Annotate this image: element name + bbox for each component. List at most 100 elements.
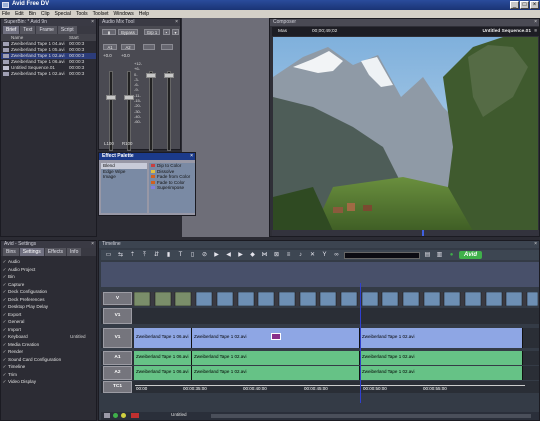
overwrite-icon[interactable]: ⇆ [116, 251, 125, 259]
channel-a1-label[interactable]: A1 [103, 44, 117, 50]
timeline-close-icon[interactable]: × [534, 241, 537, 248]
track-label-a1[interactable]: A1 [103, 351, 132, 365]
track-label-tc1[interactable]: TC1 [103, 381, 132, 393]
effect-mode-icon[interactable]: ⋈ [260, 251, 269, 259]
tab-settings[interactable]: Settings [19, 248, 44, 256]
channel-empty-2[interactable] [161, 44, 173, 50]
settings-row[interactable]: ✓ Deck Configuration [1, 288, 96, 296]
fader-3[interactable] [143, 67, 159, 159]
timeline-clip[interactable]: Zweiberland Tape 1 02.avi [192, 366, 360, 380]
tab-bins[interactable]: Bins [3, 248, 19, 256]
view-icon[interactable]: ▤ [423, 251, 432, 259]
settings-row[interactable]: ✓ Bin [1, 273, 96, 281]
mix-menu-button[interactable]: ▾ [172, 29, 179, 35]
timeline-clip[interactable]: Zweiberland Tape 1 02.avi [360, 328, 523, 348]
tab-script[interactable]: Script [57, 26, 77, 34]
channel-empty-1[interactable] [143, 44, 155, 50]
composer-position-bar[interactable] [272, 230, 539, 236]
composer-close-icon[interactable]: × [534, 19, 537, 26]
menu-edit[interactable]: Edit [15, 10, 24, 18]
monitor-icon[interactable]: ▥ [435, 251, 444, 259]
splice-in-icon[interactable]: ▭ [104, 251, 113, 259]
settings-row[interactable]: ✓ Trim [1, 371, 96, 379]
tab-frame[interactable]: Frame [36, 26, 57, 34]
timeline-clip[interactable]: Zweiberland Tape 1 06.avi [134, 366, 192, 380]
tree-icon[interactable]: Y [320, 251, 329, 259]
record-icon[interactable] [131, 413, 139, 418]
effect-item[interactable]: Superimpose [149, 185, 195, 191]
settings-row[interactable]: ✓ Capture [1, 281, 96, 289]
composer-menu-icon[interactable]: ≡ [534, 27, 537, 36]
tab-text[interactable]: Text [20, 26, 36, 34]
play-icon[interactable]: ▶ [212, 251, 221, 259]
timeline-clip[interactable]: Zweiberland Tape 1 02.avi [360, 351, 523, 365]
position-indicator[interactable] [422, 230, 424, 236]
timeline-scrollbar[interactable] [211, 414, 531, 418]
composer-track-menu[interactable]: Mas [278, 27, 287, 36]
minimize-button[interactable]: _ [510, 1, 519, 9]
timeline-clip[interactable]: Zweiberland Tape 1 06.avi [134, 328, 192, 348]
split-icon[interactable]: ✕ [308, 251, 317, 259]
fader-knob[interactable] [164, 73, 174, 78]
pan-a1[interactable]: L100 [104, 141, 114, 146]
column-name[interactable]: Name [1, 34, 69, 41]
menu-special[interactable]: Special [55, 10, 71, 18]
mix-option-button[interactable]: ▪ [163, 29, 170, 35]
audio-icon[interactable]: ♪ [296, 251, 305, 259]
timeline-clip[interactable]: Zweiberland Tape 1 02.avi [192, 351, 360, 365]
settings-row[interactable]: ✓ Audio [1, 258, 96, 266]
fader-knob[interactable] [146, 73, 156, 78]
bypass-menu[interactable]: Bypass [118, 29, 138, 35]
menu-tools[interactable]: Tools [76, 10, 88, 18]
timeline-playhead[interactable] [360, 283, 361, 403]
timeline-scale-bar[interactable] [344, 251, 420, 259]
settings-row[interactable]: ✓ Video Display [1, 378, 96, 386]
tab-effects[interactable]: Effects [44, 248, 67, 256]
mark-clip-icon[interactable]: ▯ [188, 251, 197, 259]
settings-row[interactable]: ✓ Media Creation [1, 341, 96, 349]
menu-clip[interactable]: Clip [41, 10, 50, 18]
track-label-a2[interactable]: A2 [103, 366, 132, 380]
track-label-v2[interactable]: V1 [103, 308, 132, 324]
render-icon[interactable]: ◆ [248, 251, 257, 259]
tab-info[interactable]: Info [67, 248, 82, 256]
settings-row[interactable]: ✓ Render [1, 348, 96, 356]
clear-marks-icon[interactable]: ⊘ [200, 251, 209, 259]
maximize-button[interactable]: □ [520, 1, 529, 9]
menu-file[interactable]: File [2, 10, 10, 18]
transition-effect-icon[interactable] [271, 333, 281, 340]
settings-row[interactable]: ✓ Audio Project [1, 266, 96, 274]
fader-4[interactable] [161, 67, 177, 159]
tab-brief[interactable]: Brief [3, 26, 20, 34]
channel-a2-label[interactable]: A2 [121, 44, 135, 50]
menu-windows[interactable]: Windows [113, 10, 133, 18]
settings-row[interactable]: ✓ Import [1, 326, 96, 334]
segment-mode-icon[interactable]: ⇵ [152, 251, 161, 259]
step-forward-icon[interactable]: ▶ [236, 251, 245, 259]
fader-knob[interactable] [124, 95, 134, 100]
add-edit-icon[interactable]: ▮ [164, 251, 173, 259]
menu-toolset[interactable]: Toolset [93, 10, 109, 18]
close-button[interactable]: × [530, 1, 539, 9]
list-item[interactable]: Zweiberland Tape 1 02.avi 00:00:3 [1, 71, 96, 77]
video-frame[interactable] [273, 37, 538, 249]
settings-row[interactable]: ✓ General [1, 318, 96, 326]
lift-icon[interactable]: ⇡ [128, 251, 137, 259]
category-item[interactable]: Image [101, 174, 147, 180]
column-start[interactable]: Start [69, 34, 94, 41]
project-close-icon[interactable]: × [91, 241, 94, 248]
step-back-icon[interactable]: ◀ [224, 251, 233, 259]
settings-row[interactable]: ✓ Export [1, 311, 96, 319]
settings-row[interactable]: ✓ Deck Preferences [1, 296, 96, 304]
effect-palette-close-icon[interactable]: × [190, 153, 193, 160]
menu-bin[interactable]: Bin [29, 10, 36, 18]
settings-row[interactable]: ✓ Timeline [1, 363, 96, 371]
settings-row[interactable]: ✓ Keyboard Untitled [1, 333, 96, 341]
extract-icon[interactable]: ⤒ [140, 251, 149, 259]
track-label-filmstrip[interactable]: V [103, 292, 132, 305]
timeline-clip[interactable]: Zweiberland Tape 1 02.avi [360, 366, 523, 380]
track-label-v1[interactable]: V1 [103, 328, 132, 348]
settings-row[interactable]: ✓ Desktop Play Delay [1, 303, 96, 311]
mix-icon-button[interactable]: ▮ [102, 29, 116, 35]
group-menu[interactable]: Grp 1 [144, 29, 160, 35]
